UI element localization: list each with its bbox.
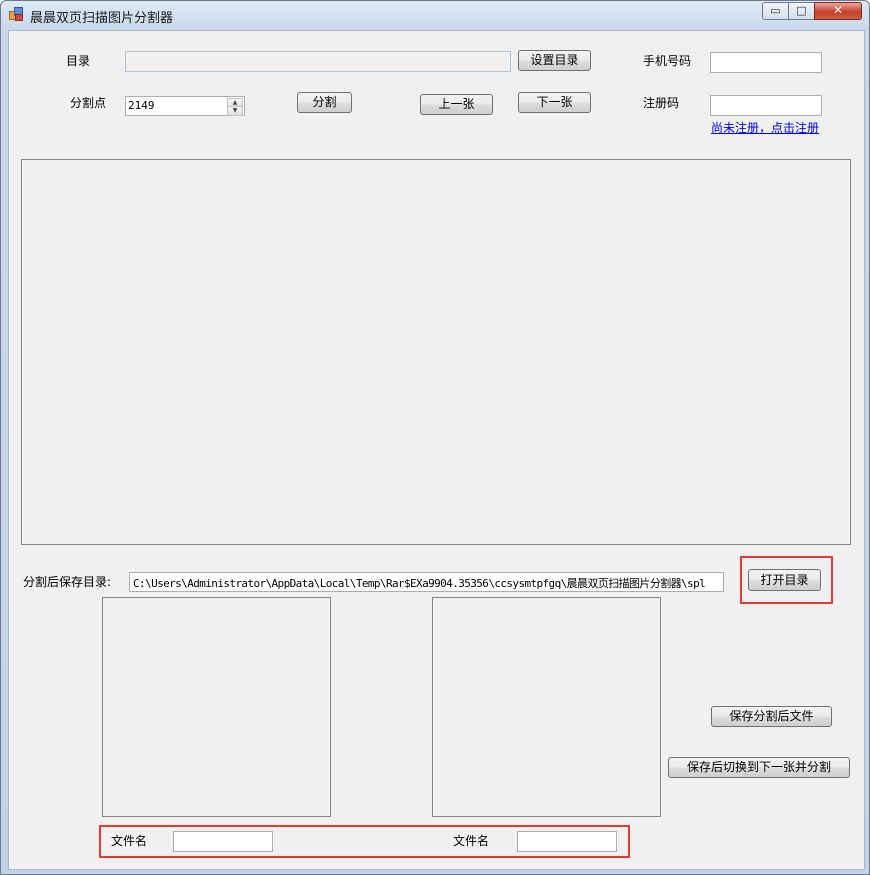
split-point-label: 分割点 <box>70 96 107 110</box>
close-button[interactable]: ✕ <box>814 2 862 20</box>
maximize-button[interactable]: □ <box>788 2 815 20</box>
filename-input-right[interactable] <box>517 831 617 852</box>
close-icon: ✕ <box>832 3 844 17</box>
reg-code-label: 注册码 <box>643 96 680 110</box>
save-dir-label: 分割后保存目录: <box>23 575 112 589</box>
filename-input-left[interactable] <box>173 831 273 852</box>
phone-label: 手机号码 <box>643 54 692 68</box>
window-title: 晨晨双页扫描图片分割器 <box>30 11 174 26</box>
next-button[interactable]: 下一张 <box>518 92 591 113</box>
filename-label-left: 文件名 <box>111 834 148 848</box>
right-split-preview <box>432 597 661 817</box>
spin-down-icon[interactable]: ▼ <box>227 106 243 116</box>
save-dir-value: C:\Users\Administrator\AppData\Local\Tem… <box>133 577 706 590</box>
set-dir-button[interactable]: 设置目录 <box>518 50 591 71</box>
split-button[interactable]: 分割 <box>297 92 352 113</box>
register-link[interactable]: 尚未注册，点击注册 <box>711 119 819 136</box>
prev-button[interactable]: 上一张 <box>420 94 493 115</box>
save-split-files-button[interactable]: 保存分割后文件 <box>711 706 832 727</box>
title-bar[interactable]: 晨晨双页扫描图片分割器 ▭ □ ✕ <box>1 1 869 29</box>
dir-label: 目录 <box>66 54 91 68</box>
main-window: 晨晨双页扫描图片分割器 ▭ □ ✕ 目录 设置目录 手机号码 分割点 2149 … <box>0 0 870 875</box>
left-split-preview <box>102 597 331 817</box>
save-dir-input[interactable]: C:\Users\Administrator\AppData\Local\Tem… <box>129 572 724 592</box>
open-dir-button[interactable]: 打开目录 <box>748 569 821 591</box>
dir-input[interactable] <box>125 51 511 72</box>
split-point-value: 2149 <box>128 99 155 112</box>
phone-input[interactable] <box>710 52 822 73</box>
minimize-button[interactable]: ▭ <box>762 2 789 20</box>
reg-code-input[interactable] <box>710 95 822 116</box>
filename-label-right: 文件名 <box>453 834 490 848</box>
split-point-stepper[interactable]: 2149 ▲ ▼ <box>125 96 245 116</box>
maximize-icon: □ <box>796 4 807 17</box>
app-icon <box>9 7 23 21</box>
main-image-preview <box>21 159 851 545</box>
minimize-icon: ▭ <box>770 4 781 17</box>
save-and-next-button[interactable]: 保存后切换到下一张并分割 <box>668 757 850 778</box>
